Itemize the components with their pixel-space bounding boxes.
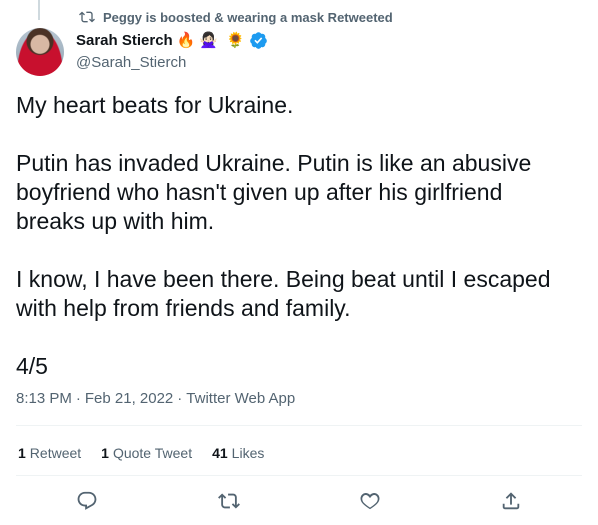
thread-connector-line [38,0,40,20]
meta-separator: · [75,390,81,407]
tweet-actions [0,486,598,516]
verified-badge-icon [249,31,268,50]
sunflower-emoji-icon: 🌻 [226,31,245,49]
meta-separator: · [177,390,183,407]
author-handle[interactable]: @Sarah_Stierch [76,54,186,71]
social-context-text: Peggy is boosted & wearing a mask Retwee… [103,9,393,25]
tweet-metadata: 8:13 PM · Feb 21, 2022 · Twitter Web App [16,390,295,407]
like-button[interactable] [355,486,385,516]
share-button[interactable] [496,486,526,516]
author-name-row[interactable]: Sarah Stierch 🔥 🙅🏻‍♀️ 🌻 [76,31,268,50]
like-icon [359,490,381,512]
fire-emoji-icon: 🔥 [176,31,196,49]
tweet-date[interactable]: Feb 21, 2022 [85,390,173,407]
avatar[interactable] [16,28,64,76]
share-icon [500,490,522,512]
gesturing-no-emoji-icon: 🙅🏻‍♀️ [199,31,219,49]
retweet-button[interactable] [214,486,244,516]
divider [16,475,582,476]
retweets-stat[interactable]: 1 Retweet [18,445,81,461]
divider [16,425,582,426]
quote-tweets-stat[interactable]: 1 Quote Tweet [101,445,192,461]
author-name[interactable]: Sarah Stierch [76,32,173,49]
engagement-stats: 1 Retweet 1 Quote Tweet 41 Likes [18,445,264,461]
social-context[interactable]: Peggy is boosted & wearing a mask Retwee… [79,9,393,25]
reply-button[interactable] [72,486,102,516]
tweet-source[interactable]: Twitter Web App [186,390,295,407]
tweet-text: My heart beats for Ukraine. Putin has in… [16,92,551,379]
retweet-icon [218,490,240,512]
retweet-icon [79,9,95,25]
tweet-time[interactable]: 8:13 PM [16,390,72,407]
reply-icon [76,490,98,512]
likes-stat[interactable]: 41 Likes [212,445,264,461]
